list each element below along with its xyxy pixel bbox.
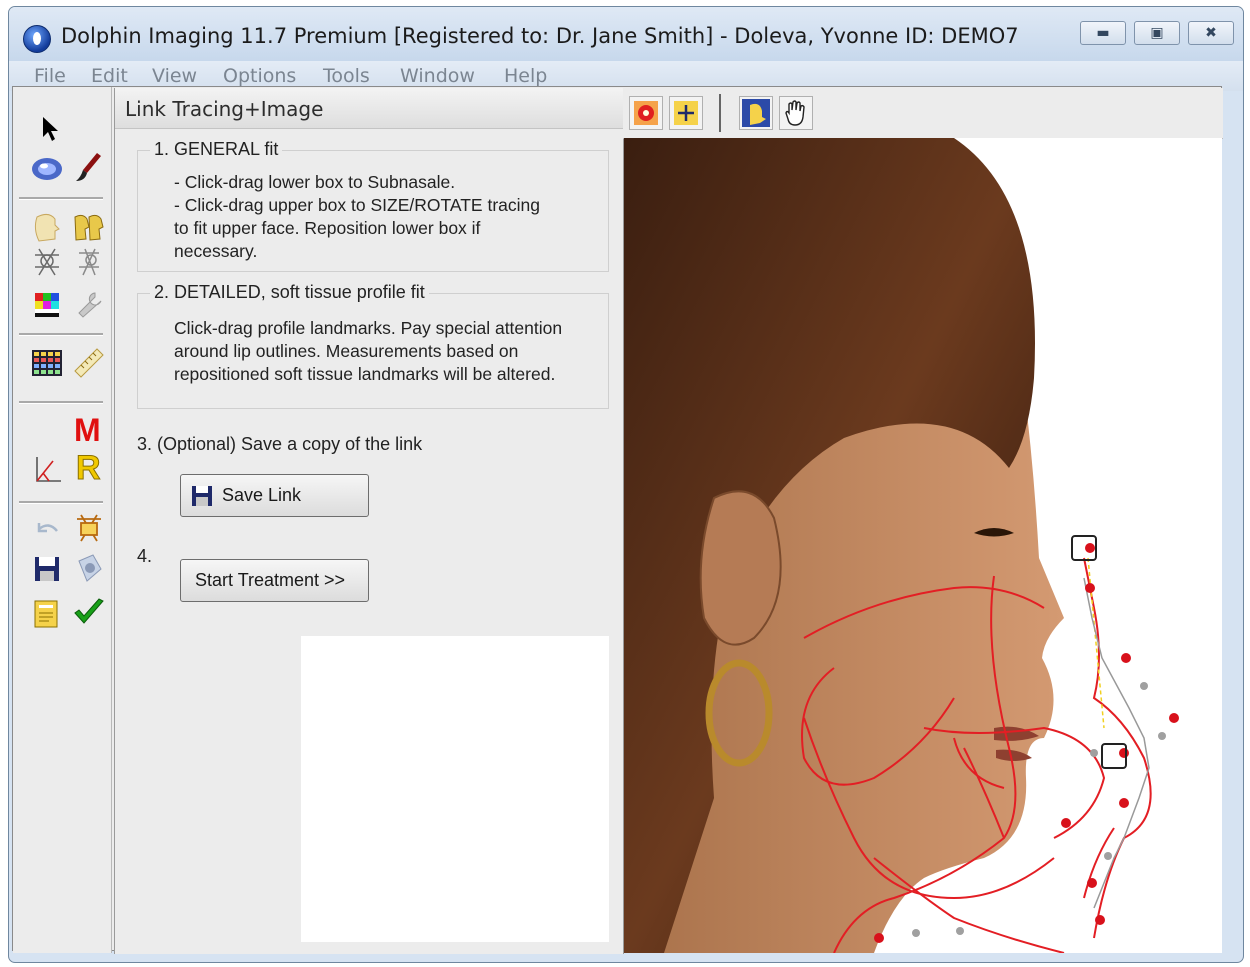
color-palette-icon[interactable] [29, 287, 65, 323]
preview-box [301, 636, 609, 942]
step3-label: 3. (Optional) Save a copy of the link [137, 434, 423, 454]
arrow-pointer-icon[interactable] [35, 111, 71, 147]
m-icon[interactable]: M [71, 412, 107, 449]
minimize-button[interactable]: ▬ [1080, 21, 1126, 45]
minimize-icon: ▬ [1096, 25, 1110, 41]
undo-icon[interactable] [29, 513, 65, 549]
tracing-skeleton-icon[interactable] [29, 245, 65, 281]
step2-line-1: Click-drag profile landmarks. Pay specia… [174, 318, 563, 338]
left-toolbar: M R [13, 87, 112, 953]
r-letter: R [76, 449, 102, 488]
image-canvas[interactable] [624, 138, 1222, 953]
save-link-label: Save Link [222, 485, 302, 505]
step1-heading: 1. GENERAL fit [150, 139, 283, 160]
save-icon[interactable] [29, 551, 65, 587]
close-button[interactable]: ✖ [1188, 21, 1234, 45]
start-treatment-button[interactable]: Start Treatment >> [180, 559, 369, 602]
menu-file[interactable]: File [34, 65, 66, 87]
ruler-icon[interactable] [71, 345, 107, 381]
tracing-outline-icon[interactable] [71, 245, 107, 281]
step1-group: 1. GENERAL fit - Click-drag lower box to… [137, 139, 609, 272]
target-icon[interactable] [629, 96, 663, 130]
hand-pan-icon[interactable] [779, 96, 813, 130]
resize-icon[interactable] [669, 96, 703, 130]
menu-window[interactable]: Window [400, 65, 475, 87]
analysis-icon[interactable] [29, 451, 65, 487]
maximize-icon: ▣ [1150, 25, 1164, 41]
menu-view[interactable]: View [152, 65, 197, 87]
step1-line-2: - Click-drag upper box to SIZE/ROTATE tr… [174, 195, 540, 215]
menu-help[interactable]: Help [504, 65, 547, 87]
menu-options[interactable]: Options [223, 65, 296, 87]
panel-title: Link Tracing+Image [125, 97, 324, 121]
notebook-icon[interactable] [29, 595, 65, 631]
face-profile-icon[interactable] [29, 209, 65, 245]
step2-group: 2. DETAILED, soft tissue profile fit Cli… [137, 282, 609, 409]
step1-line-1: - Click-drag lower box to Subnasale. [174, 172, 456, 192]
dolphin-app-icon[interactable] [23, 25, 51, 53]
menu-edit[interactable]: Edit [91, 65, 128, 87]
step1-line-4: necessary. [174, 241, 258, 261]
step2-line-2: around lip outlines. Measurements based … [174, 341, 519, 361]
close-icon: ✖ [1205, 25, 1217, 41]
template-icon[interactable] [71, 511, 107, 547]
save-link-button[interactable]: Save Link [180, 474, 369, 517]
start-treatment-label: Start Treatment >> [195, 570, 346, 590]
profile-portrait-icon[interactable] [739, 96, 773, 130]
link-tracing-panel: Link Tracing+Image 1. GENERAL fit - Clic… [114, 88, 624, 954]
grid-icon[interactable] [29, 345, 65, 381]
panel-header: Link Tracing+Image [115, 88, 623, 129]
wrench-icon[interactable] [71, 287, 107, 323]
window-title: Dolphin Imaging 11.7 Premium [Registered… [61, 24, 1019, 48]
title-bar[interactable]: Dolphin Imaging 11.7 Premium [Registered… [9, 7, 1243, 61]
step2-line-3: repositioned soft tissue landmarks will … [174, 364, 556, 384]
brush-icon[interactable] [71, 149, 107, 185]
checkmark-icon[interactable] [71, 595, 107, 631]
toolbar-separator [719, 94, 721, 132]
clear-icon[interactable] [71, 551, 107, 587]
step1-line-3: to fit upper face. Reposition lower box … [174, 218, 481, 238]
save-icon [190, 484, 214, 508]
m-letter: M [74, 412, 101, 448]
menu-tools[interactable]: Tools [323, 65, 370, 87]
r-icon[interactable]: R [71, 449, 107, 488]
maximize-button[interactable]: ▣ [1134, 21, 1180, 45]
lens-icon[interactable] [29, 151, 65, 187]
image-toolbar [623, 88, 1223, 139]
step2-heading: 2. DETAILED, soft tissue profile fit [150, 282, 429, 303]
photo-tracing-svg [624, 138, 1179, 953]
double-profile-icon[interactable] [71, 209, 107, 245]
step4-label: 4. [137, 546, 153, 566]
